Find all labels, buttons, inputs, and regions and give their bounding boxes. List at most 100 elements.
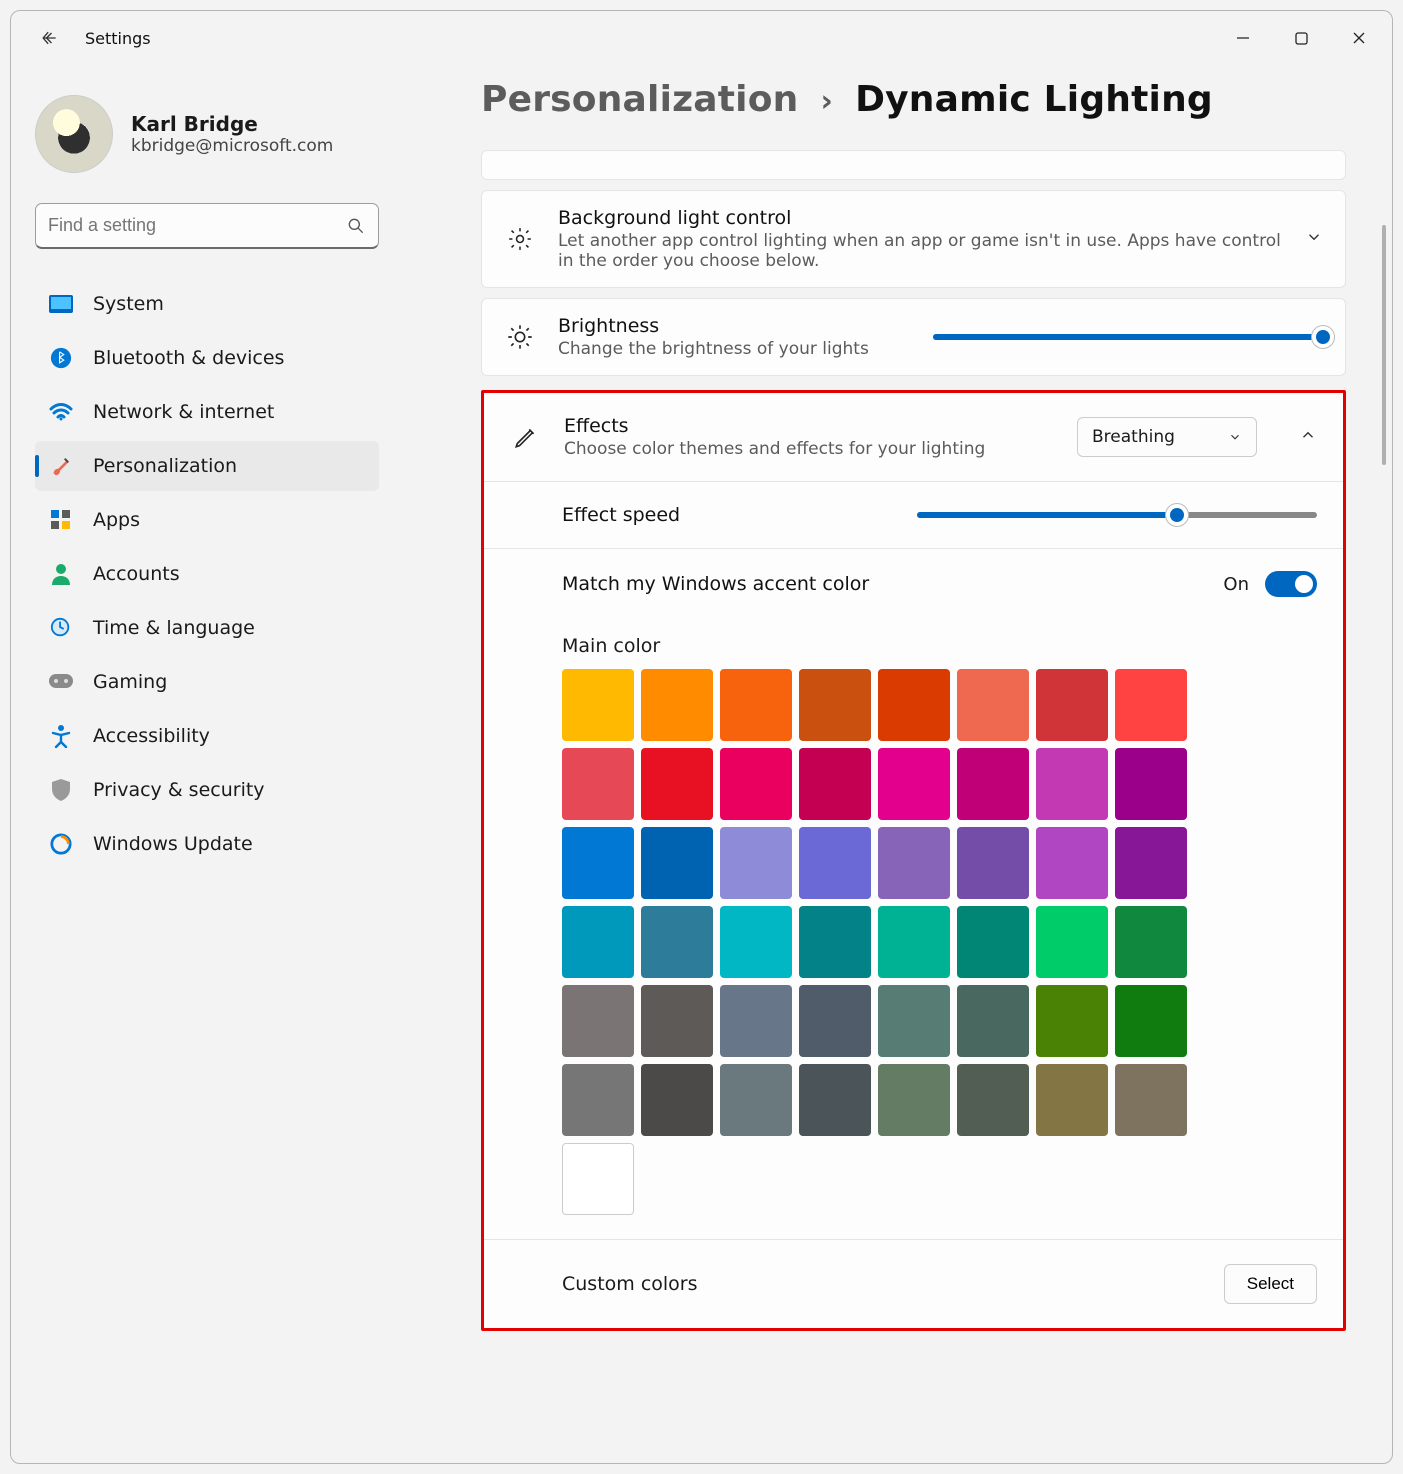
- color-swatch[interactable]: [641, 827, 713, 899]
- color-swatch[interactable]: [562, 906, 634, 978]
- color-swatch[interactable]: [1115, 1064, 1187, 1136]
- chevron-down-icon: [1305, 228, 1323, 246]
- brightness-slider-wrap: [933, 334, 1323, 340]
- scrollbar-thumb[interactable]: [1382, 225, 1386, 465]
- match-accent-toggle[interactable]: [1265, 571, 1317, 597]
- color-swatch[interactable]: [720, 748, 792, 820]
- color-swatch[interactable]: [799, 669, 871, 741]
- color-swatch[interactable]: [1036, 748, 1108, 820]
- sidebar-item-accounts[interactable]: Accounts: [35, 549, 379, 599]
- color-swatch[interactable]: [641, 669, 713, 741]
- color-swatch[interactable]: [562, 1064, 634, 1136]
- row-title: Effect speed: [562, 504, 895, 526]
- sidebar-item-time-language[interactable]: Time & language: [35, 603, 379, 653]
- row-text: Background light control Let another app…: [558, 207, 1283, 271]
- scrollbar[interactable]: [1382, 215, 1386, 1443]
- color-swatch[interactable]: [957, 1064, 1029, 1136]
- color-swatch[interactable]: [562, 669, 634, 741]
- collapse-chevron[interactable]: [1299, 426, 1317, 448]
- card-background-light: Background light control Let another app…: [481, 190, 1346, 288]
- color-swatch[interactable]: [1115, 748, 1187, 820]
- apps-icon: [49, 508, 73, 532]
- sidebar-item-privacy[interactable]: Privacy & security: [35, 765, 379, 815]
- minimize-button[interactable]: [1214, 15, 1272, 61]
- sidebar-item-personalization[interactable]: Personalization: [35, 441, 379, 491]
- color-swatch[interactable]: [799, 906, 871, 978]
- color-swatch[interactable]: [720, 669, 792, 741]
- card-row[interactable]: Background light control Let another app…: [482, 191, 1345, 287]
- color-swatch[interactable]: [641, 985, 713, 1057]
- search-box[interactable]: [35, 203, 379, 249]
- color-swatch[interactable]: [878, 985, 950, 1057]
- color-swatch[interactable]: [720, 1064, 792, 1136]
- custom-colors-select-button[interactable]: Select: [1224, 1264, 1317, 1304]
- color-swatch[interactable]: [799, 985, 871, 1057]
- effect-speed-row: Effect speed: [484, 481, 1343, 548]
- color-swatch[interactable]: [1036, 669, 1108, 741]
- color-swatch[interactable]: [1115, 906, 1187, 978]
- color-swatch[interactable]: [1036, 906, 1108, 978]
- color-swatch[interactable]: [1115, 827, 1187, 899]
- color-swatch[interactable]: [799, 1064, 871, 1136]
- color-swatch[interactable]: [562, 1143, 634, 1215]
- sidebar-item-apps[interactable]: Apps: [35, 495, 379, 545]
- close-button[interactable]: [1330, 15, 1388, 61]
- color-swatch[interactable]: [720, 906, 792, 978]
- color-swatch[interactable]: [1115, 669, 1187, 741]
- sidebar-item-network[interactable]: Network & internet: [35, 387, 379, 437]
- titlebar: Settings: [11, 11, 1392, 65]
- color-swatch[interactable]: [957, 669, 1029, 741]
- person-icon: [49, 562, 73, 586]
- maximize-icon: [1295, 32, 1308, 45]
- color-swatch[interactable]: [720, 985, 792, 1057]
- search-input[interactable]: [48, 215, 346, 236]
- color-swatch[interactable]: [878, 827, 950, 899]
- color-swatch[interactable]: [878, 669, 950, 741]
- color-swatch[interactable]: [957, 985, 1029, 1057]
- sidebar-item-system[interactable]: System: [35, 279, 379, 329]
- sidebar-item-accessibility[interactable]: Accessibility: [35, 711, 379, 761]
- profile-email: kbridge@microsoft.com: [131, 136, 333, 156]
- sidebar-item-windows-update[interactable]: Windows Update: [35, 819, 379, 869]
- color-swatch[interactable]: [641, 906, 713, 978]
- profile[interactable]: Karl Bridge kbridge@microsoft.com: [35, 65, 379, 183]
- maximize-button[interactable]: [1272, 15, 1330, 61]
- row-desc: Let another app control lighting when an…: [558, 231, 1283, 271]
- sidebar-item-bluetooth[interactable]: Bluetooth & devices: [35, 333, 379, 383]
- color-swatch[interactable]: [1036, 827, 1108, 899]
- custom-colors-row: Custom colors Select: [484, 1239, 1343, 1328]
- color-swatch[interactable]: [641, 1064, 713, 1136]
- color-swatch[interactable]: [957, 906, 1029, 978]
- color-swatch[interactable]: [562, 748, 634, 820]
- sidebar-item-gaming[interactable]: Gaming: [35, 657, 379, 707]
- color-swatch[interactable]: [562, 985, 634, 1057]
- color-swatch[interactable]: [878, 1064, 950, 1136]
- effect-speed-slider[interactable]: [917, 512, 1317, 518]
- toggle-state-text: On: [1223, 574, 1249, 595]
- slider-thumb[interactable]: [1311, 325, 1335, 349]
- color-swatch[interactable]: [957, 827, 1029, 899]
- color-swatch[interactable]: [878, 748, 950, 820]
- main-color-section: Main color: [484, 619, 1343, 1219]
- brightness-slider[interactable]: [933, 334, 1323, 340]
- globe-clock-icon: [49, 616, 73, 640]
- color-swatch[interactable]: [641, 748, 713, 820]
- breadcrumb-parent[interactable]: Personalization: [481, 79, 798, 120]
- color-swatch[interactable]: [878, 906, 950, 978]
- slider-thumb[interactable]: [1165, 503, 1189, 527]
- effects-dropdown[interactable]: Breathing: [1077, 417, 1257, 457]
- color-swatch[interactable]: [562, 827, 634, 899]
- main-color-label: Main color: [562, 635, 1317, 657]
- sidebar-item-label: Apps: [93, 509, 140, 531]
- expand-chevron[interactable]: [1305, 228, 1323, 250]
- back-button[interactable]: [35, 24, 63, 52]
- color-swatch[interactable]: [1036, 1064, 1108, 1136]
- color-swatch[interactable]: [1036, 985, 1108, 1057]
- card-row: Brightness Change the brightness of your…: [482, 299, 1345, 375]
- color-swatch[interactable]: [720, 827, 792, 899]
- color-swatch[interactable]: [799, 748, 871, 820]
- color-swatch[interactable]: [1115, 985, 1187, 1057]
- color-swatch[interactable]: [957, 748, 1029, 820]
- breadcrumb-current: Dynamic Lighting: [855, 79, 1213, 120]
- color-swatch[interactable]: [799, 827, 871, 899]
